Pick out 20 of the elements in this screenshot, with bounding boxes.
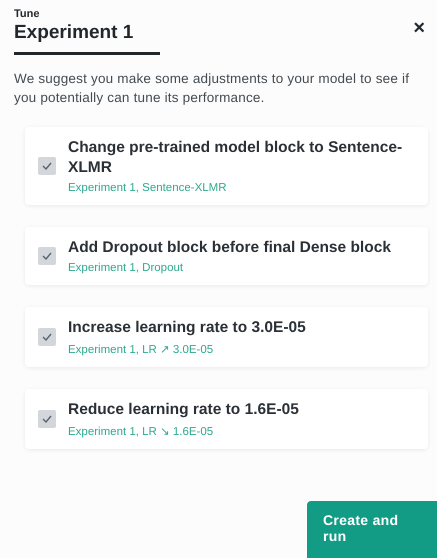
check-icon — [42, 333, 52, 341]
suggestion-title: Add Dropout block before final Dense block — [68, 238, 391, 258]
checkbox[interactable] — [38, 328, 56, 346]
suggestion-title: Reduce learning rate to 1.6E-05 — [68, 400, 299, 420]
checkbox[interactable] — [38, 410, 56, 428]
suggestion-title: Increase learning rate to 3.0E-05 — [68, 318, 306, 338]
close-button[interactable]: × — [413, 18, 425, 38]
description-text: We suggest you make some adjustments to your model to see if you potentially can tune its performance. — [14, 70, 410, 107]
suggestion-detail: Experiment 1, LR ↘ 1.6E-05 — [68, 425, 214, 438]
suggestion-detail: Experiment 1, LR ↗ 3.0E-05 — [68, 343, 214, 356]
suggestion-detail: Experiment 1, Sentence-XLMR — [68, 182, 228, 194]
dialog-title: Experiment 1 — [14, 22, 134, 44]
suggestion-title: Change pre-trained model block to Sentence-XLMR — [68, 138, 404, 178]
check-icon — [42, 252, 52, 260]
check-icon — [42, 162, 52, 170]
check-icon — [42, 415, 52, 423]
checkbox[interactable] — [38, 157, 56, 175]
checkbox[interactable] — [38, 247, 56, 265]
suggestion-detail: Experiment 1, Dropout — [68, 262, 184, 274]
dialog-overline: Tune — [14, 8, 40, 20]
